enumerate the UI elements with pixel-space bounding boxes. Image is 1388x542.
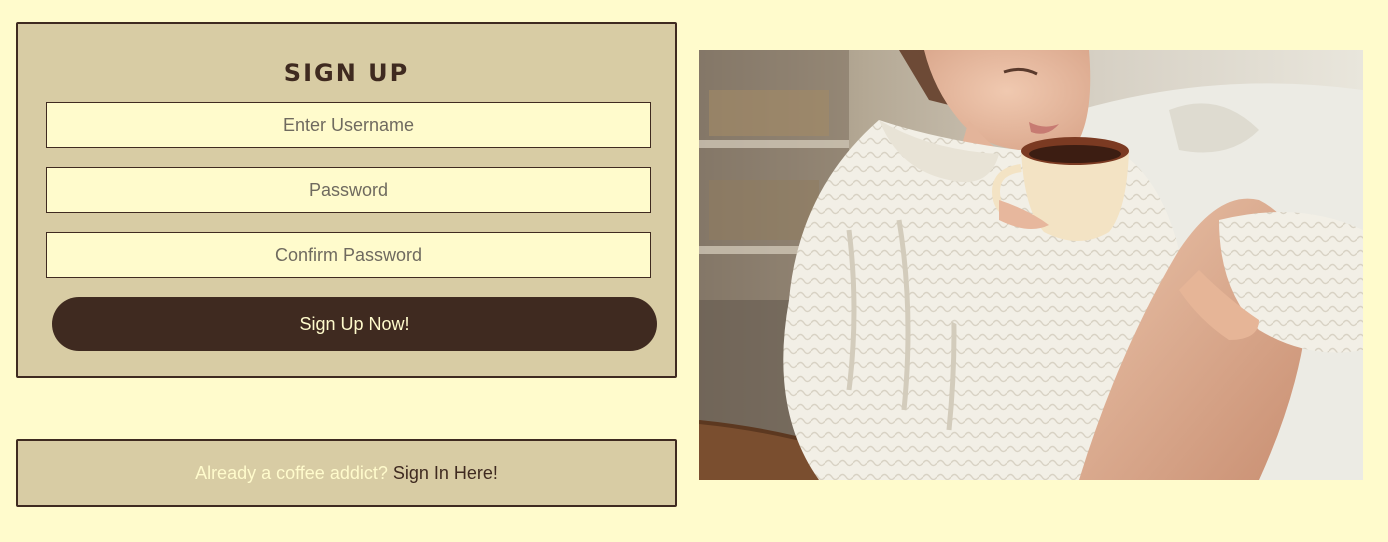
coffee-photo (699, 50, 1363, 480)
confirm-password-input[interactable] (46, 232, 651, 278)
signup-form: SIGN UP Sign Up Now! (16, 22, 677, 378)
sign-up-button[interactable]: Sign Up Now! (52, 297, 657, 351)
sign-in-link[interactable]: Sign In Here! (393, 463, 498, 483)
password-input[interactable] (46, 167, 651, 213)
username-input[interactable] (46, 102, 651, 148)
signin-prompt: Already a coffee addict? (195, 463, 388, 483)
coffee-photo-illustration (699, 50, 1363, 480)
page: SIGN UP Sign Up Now! Already a coffee ad… (0, 0, 1388, 542)
signup-title: SIGN UP (283, 59, 410, 87)
signin-panel: Already a coffee addict? Sign In Here! (16, 439, 677, 507)
